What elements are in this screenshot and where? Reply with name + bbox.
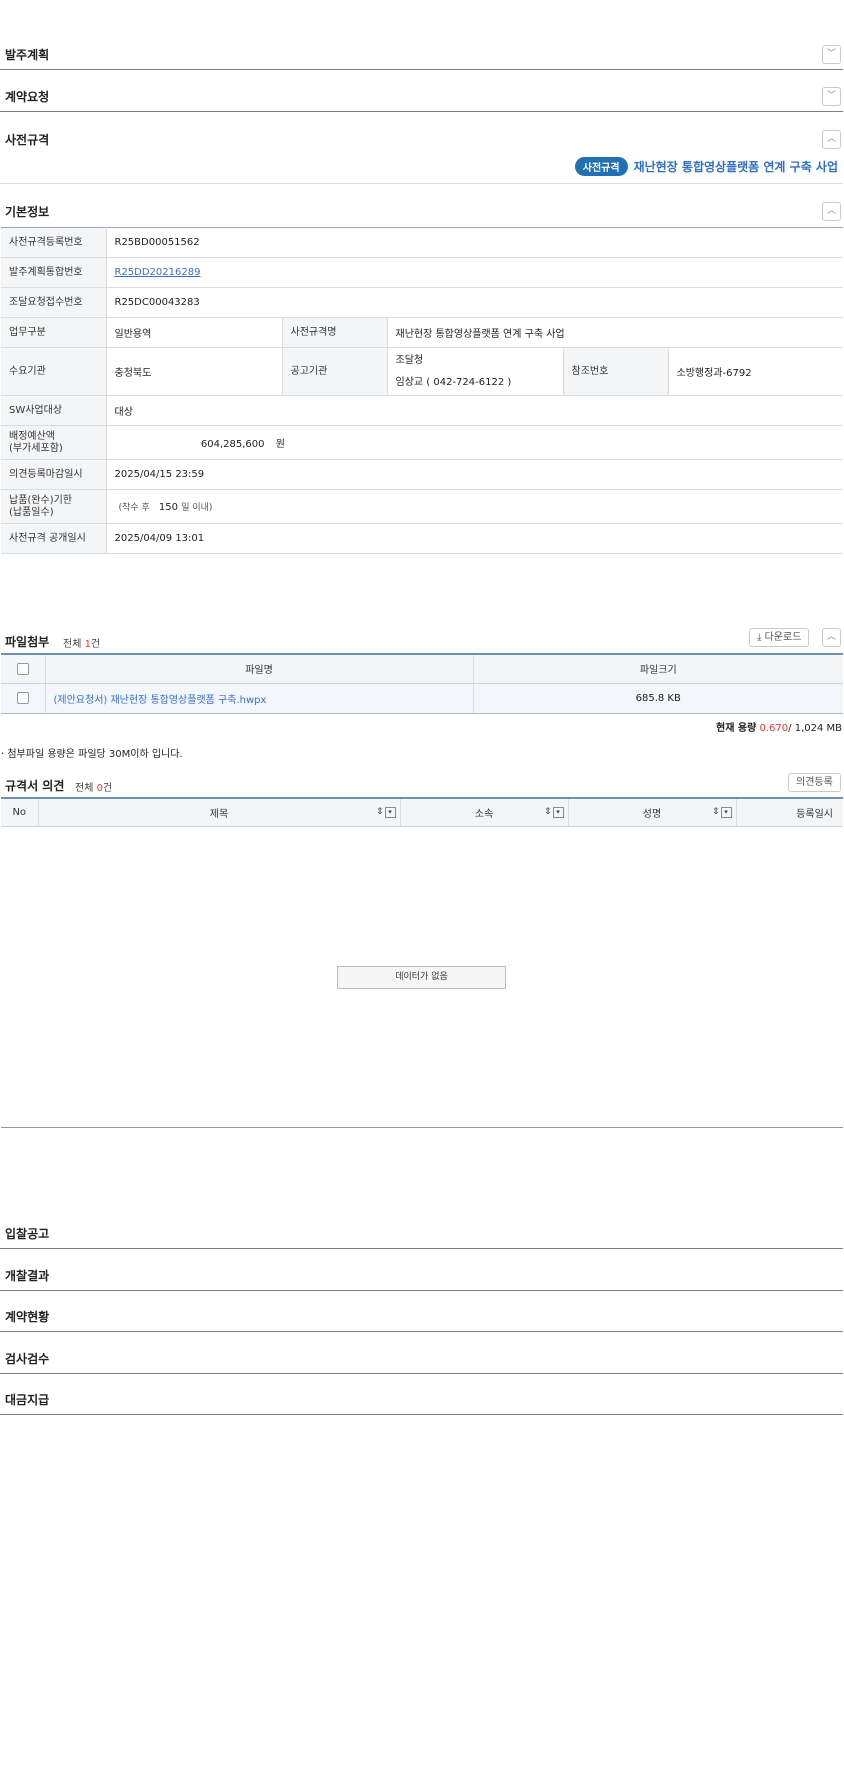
col-title[interactable]: 제목 ⇕ ▾ <box>38 798 401 827</box>
delivery-days: 150 <box>158 502 178 513</box>
divider <box>1 1127 843 1128</box>
biz-type: 일반용역 <box>106 317 283 348</box>
sort-icon[interactable]: ⇕ ▾ <box>376 807 396 818</box>
plan-no-link[interactable]: R25DD20216289 <box>115 267 201 278</box>
opinions-table: No 제목 ⇕ ▾ 소속 ⇕ ▾ 성명 ⇕ ▾ 등록일시 <box>1 797 843 827</box>
files-table: 파일명 파일크기 (제안요청서) 재난현장 통합영상플랫폼 구축.hwpx 68… <box>1 653 843 714</box>
col-file-size: 파일크기 <box>473 654 843 684</box>
section-title: 발주계획 <box>5 48 50 62</box>
opinions-title: 규격서 의견 <box>5 779 65 793</box>
section-contract-request[interactable]: 계약요청 ﹀ <box>0 86 843 112</box>
deadline: 2025/04/15 23:59 <box>106 459 843 490</box>
notice-contact: 임상교 ( 042-724-6122 ) <box>395 376 512 388</box>
files-count: 전체 1건 <box>63 639 101 650</box>
select-all-cell <box>1 654 46 684</box>
section-inspection[interactable]: 검사검수 <box>0 1348 843 1374</box>
download-button[interactable]: ⤓ 다운로드 <box>749 628 810 647</box>
label: 사전규격명 <box>282 317 388 348</box>
section-title: 개찰결과 <box>5 1269 50 1283</box>
section-pre-spec[interactable]: 사전규격 ︿ <box>0 128 843 154</box>
register-opinion-button[interactable]: 의견등록 <box>788 773 841 792</box>
section-payment[interactable]: 대금지급 <box>0 1389 843 1415</box>
chevron-up-icon[interactable]: ︿ <box>822 202 841 221</box>
sort-icon[interactable]: ⇕ ▾ <box>712 807 732 818</box>
divider <box>0 183 843 184</box>
opinions-count: 전체 0건 <box>75 783 113 794</box>
table-row: (제안요청서) 재난현장 통합영상플랫폼 구축.hwpx 685.8 KB <box>1 683 843 714</box>
file-link[interactable]: (제안요청서) 재난현장 통합영상플랫폼 구축.hwpx <box>54 695 267 706</box>
label: (부가세포함) <box>9 442 63 454</box>
label: 업무구분 <box>1 317 107 348</box>
budget-amount: 604,285,600 <box>200 439 265 450</box>
file-size: 685.8 KB <box>473 683 843 714</box>
label: 배정예산액 <box>9 430 55 442</box>
col-no: No <box>1 798 39 827</box>
delivery-prefix: (착수 후 <box>118 503 150 513</box>
demand-org: 충청북도 <box>106 347 283 396</box>
label: 조달요청접수번호 <box>1 287 107 318</box>
section-title: 기본정보 <box>5 205 50 219</box>
label: 발주계획통합번호 <box>1 257 107 288</box>
label: 납품(완수)기한 <box>9 494 73 506</box>
section-bid-result[interactable]: 개찰결과 <box>0 1265 843 1291</box>
open-date: 2025/04/09 13:01 <box>106 523 843 554</box>
section-procurement-plan[interactable]: 발주계획 ﹀ <box>0 44 843 70</box>
file-note: · 첨부파일 용량은 파일당 30M이하 입니다. <box>1 749 183 760</box>
sort-icon[interactable]: ⇕ ▾ <box>544 807 564 818</box>
project-name: 재난현장 통합영상플랫폼 연계 구축 사업 <box>633 160 838 174</box>
label: 의견등록마감일시 <box>1 459 107 490</box>
budget-unit: 원 <box>275 439 285 450</box>
label: 사전규격 공개일시 <box>1 523 107 554</box>
usage-info: 현재 용량 0.670/ 1,024 MB <box>716 723 842 734</box>
chevron-up-icon[interactable]: ︿ <box>822 130 841 149</box>
pre-spec-badge: 사전규격 <box>574 157 628 176</box>
no-data-message: 데이터가 없음 <box>337 966 506 989</box>
col-reg-date: 등록일시 <box>736 798 843 827</box>
section-title: 사전규격 <box>5 133 50 147</box>
col-org[interactable]: 소속 ⇕ ▾ <box>400 798 569 827</box>
delivery-suffix: 일 이내) <box>181 503 213 513</box>
files-title: 파일첨부 <box>5 635 50 649</box>
select-all-checkbox[interactable] <box>16 662 29 675</box>
req-no: R25DC00043283 <box>106 287 843 318</box>
reg-no: R25BD00051562 <box>106 227 843 258</box>
section-title: 대금지급 <box>5 1393 50 1407</box>
label: (납품일수) <box>9 506 54 518</box>
section-title: 계약요청 <box>5 90 50 104</box>
label: 사전규격등록번호 <box>1 227 107 258</box>
label: 참조번호 <box>563 347 669 396</box>
section-bid-notice[interactable]: 입찰공고 <box>0 1223 843 1249</box>
chevron-up-icon[interactable]: ︿ <box>822 628 841 647</box>
section-basic-info: 기본정보 ︿ <box>0 200 843 226</box>
sw-target: 대상 <box>106 395 843 426</box>
label: SW사업대상 <box>1 395 107 426</box>
ref-no: 소방행정과-6792 <box>668 347 843 396</box>
col-person[interactable]: 성명 ⇕ ▾ <box>568 798 737 827</box>
section-title: 계약현황 <box>5 1310 50 1324</box>
col-file-name: 파일명 <box>45 654 474 684</box>
notice-org: 조달청 <box>395 354 424 366</box>
chevron-down-icon[interactable]: ﹀ <box>822 45 841 64</box>
pre-spec-tagline: 사전규격 재난현장 통합영상플랫폼 연계 구축 사업 <box>574 157 838 176</box>
spec-name: 재난현장 통합영상플랫폼 연계 구축 사업 <box>387 317 843 348</box>
chevron-down-icon[interactable]: ﹀ <box>822 87 841 106</box>
section-title: 입찰공고 <box>5 1227 50 1241</box>
section-contract-status[interactable]: 계약현황 <box>0 1306 843 1332</box>
download-icon: ⤓ <box>757 632 762 643</box>
row-checkbox[interactable] <box>16 692 29 704</box>
section-title: 검사검수 <box>5 1352 50 1366</box>
label: 공고기관 <box>282 347 388 396</box>
basic-info-table: 사전규격등록번호 R25BD00051562 발주계획통합번호 R25DD202… <box>1 227 843 554</box>
label: 수요기관 <box>1 347 107 396</box>
